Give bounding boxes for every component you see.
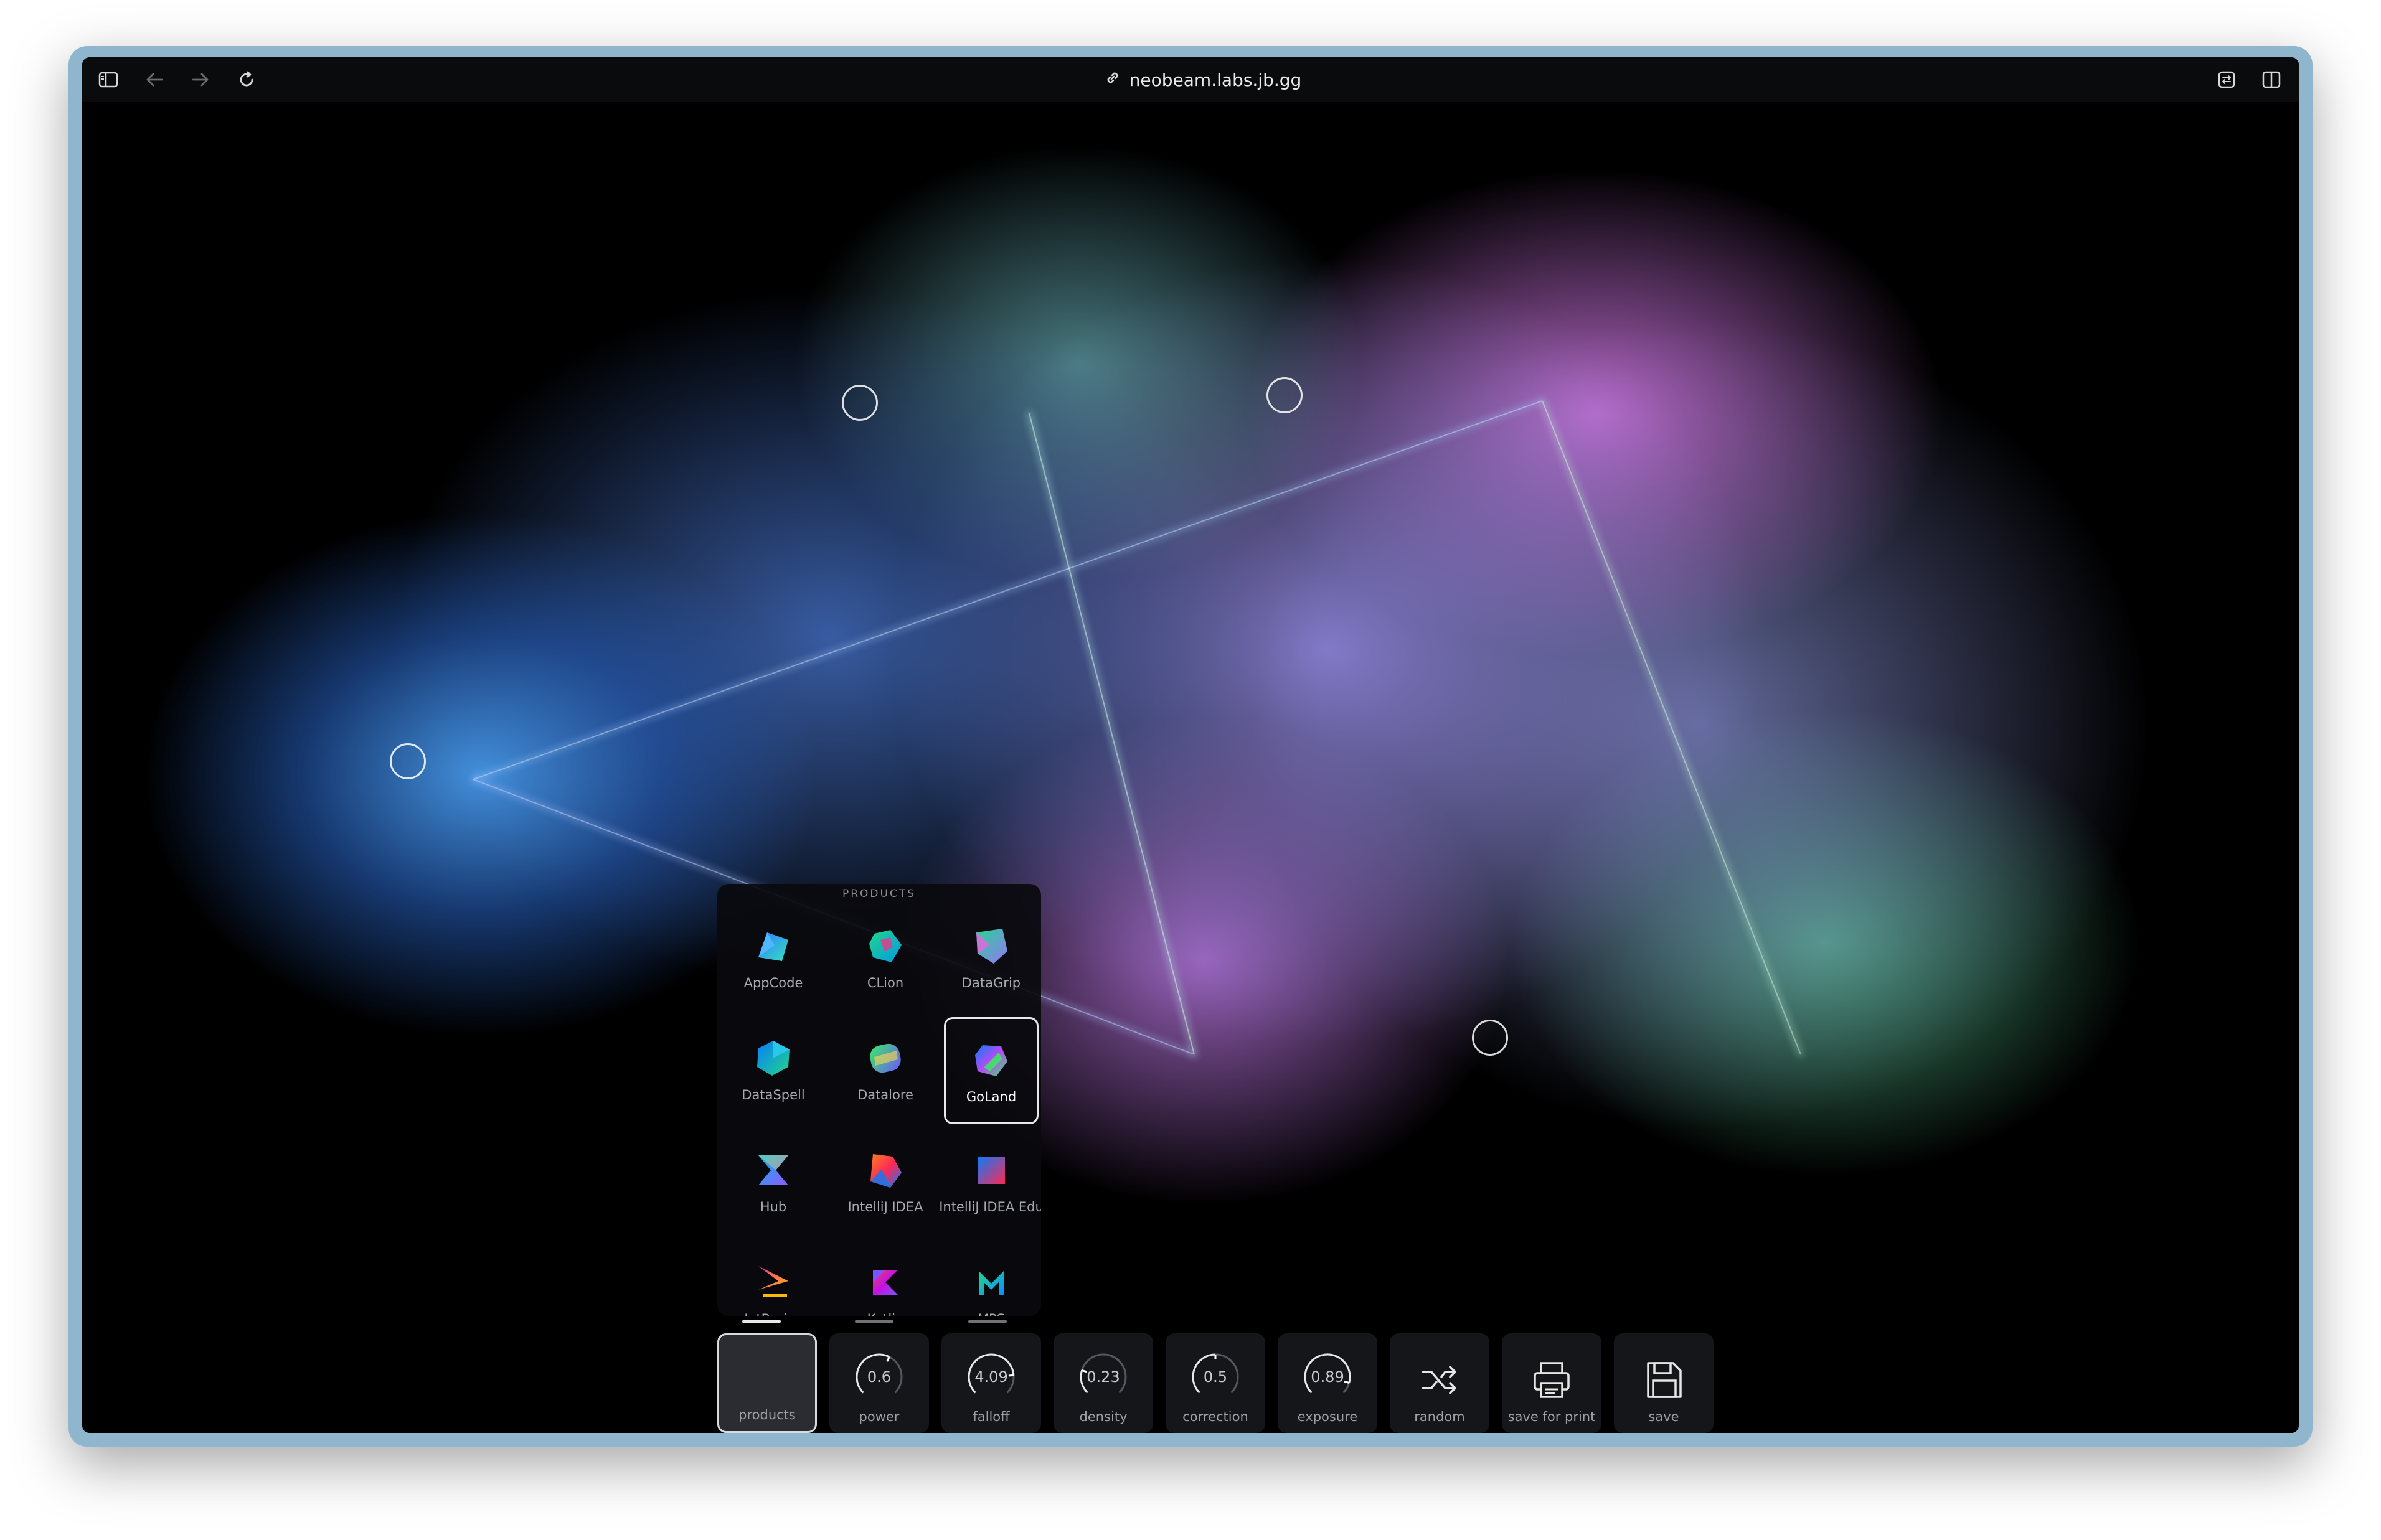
floppy-disk-icon (1642, 1333, 1686, 1404)
browser-toolbar: neobeam.labs.jb.gg (82, 57, 2299, 102)
products-panel: PRODUCTS AppCode CLion DataGrip DataSpell Da… (717, 884, 1041, 1316)
beam-handle[interactable] (390, 743, 426, 779)
forward-arrow-icon[interactable] (189, 68, 212, 91)
product-appcode[interactable]: AppCode (717, 903, 829, 1015)
sidebar-toggle-icon[interactable] (97, 68, 120, 91)
control-label: power (859, 1409, 900, 1424)
kotlin-icon (865, 1262, 905, 1312)
product-label: MPS (978, 1312, 1005, 1316)
products-control[interactable]: products (717, 1333, 817, 1433)
product-kotlin[interactable]: Kotlin (829, 1239, 941, 1316)
products-panel-title: PRODUCTS (842, 888, 917, 900)
knob-value: 0.23 (1087, 1368, 1120, 1386)
product-mps[interactable]: MPS (941, 1239, 1041, 1316)
goland-icon (971, 1040, 1011, 1089)
products-pagination (722, 1320, 1040, 1325)
page-dot[interactable] (855, 1320, 893, 1323)
power-control[interactable]: 0.6 power (829, 1333, 929, 1433)
product-label: GoLand (966, 1089, 1017, 1104)
product-hub[interactable]: Hub (717, 1127, 829, 1239)
control-label: falloff (973, 1409, 1010, 1424)
knob-dial[interactable]: 4.09 (961, 1350, 1021, 1402)
knob-value: 0.5 (1203, 1368, 1228, 1386)
product-jetbrains[interactable]: JetBrains (717, 1239, 829, 1316)
random-control[interactable]: random (1390, 1333, 1489, 1433)
product-label: DataGrip (961, 975, 1021, 990)
intellij-idea-edu-icon (971, 1150, 1011, 1200)
product-goland[interactable]: GoLand (944, 1017, 1039, 1124)
falloff-control[interactable]: 4.09 falloff (941, 1333, 1041, 1433)
save-for-print-control[interactable]: save for print (1502, 1333, 1601, 1433)
link-icon (1105, 70, 1121, 90)
appcode-icon (753, 926, 793, 975)
product-label: IntelliJ IDEA Edu (939, 1200, 1041, 1214)
products-grid: AppCode CLion DataGrip DataSpell Datalore GoL… (717, 903, 1041, 1316)
product-datagrip[interactable]: DataGrip (941, 903, 1041, 1015)
product-intellij-idea[interactable]: IntelliJ IDEA (829, 1127, 941, 1239)
datalore-icon (865, 1038, 905, 1087)
page-dot-active[interactable] (742, 1320, 781, 1323)
control-label: save for print (1507, 1409, 1596, 1424)
product-label: Kotlin (867, 1312, 904, 1316)
product-label: IntelliJ IDEA (847, 1200, 923, 1214)
density-control[interactable]: 0.23 density (1054, 1333, 1153, 1433)
product-clion[interactable]: CLion (829, 903, 941, 1015)
product-dataspell[interactable]: DataSpell (717, 1015, 829, 1127)
intellij-idea-icon (865, 1150, 905, 1200)
url-text: neobeam.labs.jb.gg (1129, 69, 1302, 90)
mps-icon (971, 1262, 1011, 1312)
dataspell-icon (753, 1038, 793, 1087)
address-bar[interactable]: neobeam.labs.jb.gg (1078, 68, 1327, 91)
product-label: AppCode (743, 975, 803, 990)
knob-value: 0.89 (1311, 1368, 1344, 1386)
product-label: CLion (867, 975, 904, 990)
reload-icon[interactable] (235, 68, 258, 91)
shuffle-icon (1418, 1333, 1461, 1404)
browser-content: neobeam.labs.jb.gg PRODUCTS AppCode CLio… (82, 57, 2299, 1433)
datagrip-icon (971, 926, 1011, 975)
product-label: JetBrains (744, 1312, 802, 1316)
save-control[interactable]: save (1614, 1333, 1714, 1433)
beam-handle[interactable] (842, 385, 878, 421)
knob-dial[interactable]: 0.89 (1298, 1350, 1357, 1402)
knob-value: 0.6 (867, 1368, 892, 1386)
beam-handle[interactable] (1266, 377, 1303, 413)
control-label: products (738, 1407, 796, 1422)
hub-icon (753, 1150, 793, 1200)
product-label: Datalore (857, 1087, 913, 1102)
product-label: Hub (760, 1200, 787, 1214)
product-label: DataSpell (742, 1087, 805, 1102)
browser-window: neobeam.labs.jb.gg PRODUCTS AppCode CLio… (68, 46, 2313, 1447)
control-label: correction (1182, 1409, 1248, 1424)
beam-handle[interactable] (1472, 1020, 1508, 1056)
reader-translate-icon[interactable] (2215, 68, 2238, 91)
product-intellij-idea-edu[interactable]: IntelliJ IDEA Edu (939, 1127, 1041, 1239)
correction-control[interactable]: 0.5 correction (1166, 1333, 1265, 1433)
render-canvas[interactable] (82, 102, 2299, 1433)
control-label: exposure (1297, 1409, 1358, 1424)
control-label: save (1648, 1409, 1679, 1424)
control-label: density (1079, 1409, 1128, 1424)
knob-value: 4.09 (974, 1368, 1008, 1386)
knob-dial[interactable]: 0.6 (849, 1350, 909, 1402)
split-view-icon[interactable] (2260, 68, 2283, 91)
knob-dial[interactable]: 0.23 (1073, 1350, 1133, 1402)
back-arrow-icon[interactable] (143, 68, 166, 91)
jetbrains-icon (753, 1262, 793, 1312)
clion-icon (865, 926, 905, 975)
knob-dial[interactable]: 0.5 (1186, 1350, 1245, 1402)
product-datalore[interactable]: Datalore (829, 1015, 941, 1127)
printer-icon (1530, 1333, 1573, 1404)
exposure-control[interactable]: 0.89 exposure (1278, 1333, 1377, 1433)
control-label: random (1414, 1409, 1465, 1424)
page-dot[interactable] (968, 1320, 1007, 1323)
